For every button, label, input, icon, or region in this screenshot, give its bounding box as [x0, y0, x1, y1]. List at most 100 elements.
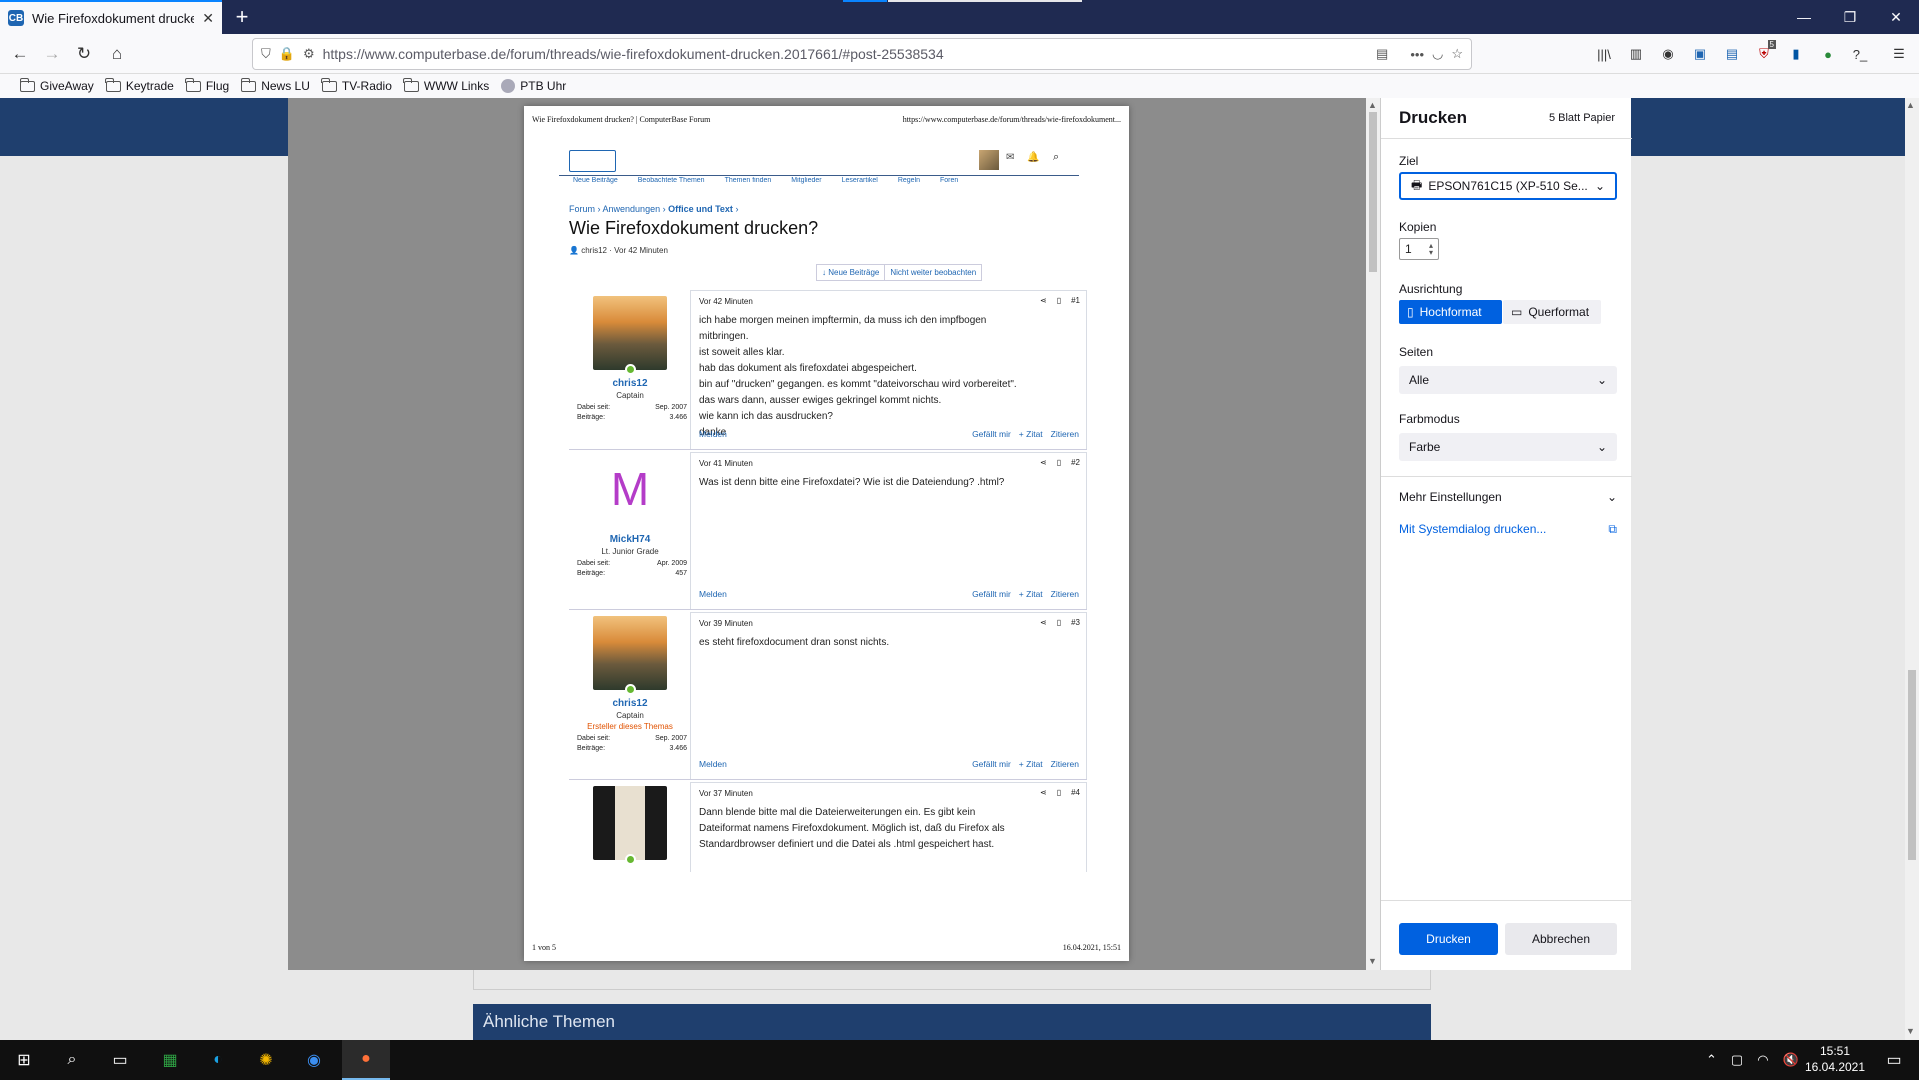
extension-help-icon[interactable]: ?_: [1848, 42, 1872, 66]
post-line: es steht firefoxdocument dran sonst nich…: [699, 637, 890, 648]
new-posts-button: ↓ Neue Beiträge: [817, 265, 886, 280]
pocket-icon[interactable]: ◡: [1432, 46, 1443, 62]
avatar: [593, 786, 667, 860]
home-icon[interactable]: ⌂: [103, 40, 131, 68]
nav-item: Regeln: [897, 177, 921, 184]
destination-select[interactable]: 🖶 EPSON761C15 (XP-510 Se... ⌄: [1399, 172, 1617, 200]
chevron-down-icon: ⌄: [1606, 490, 1617, 504]
more-settings-toggle[interactable]: Mehr Einstellungen ⌄: [1399, 490, 1617, 504]
close-window-icon[interactable]: ✕: [1873, 0, 1919, 34]
scroll-down-icon[interactable]: ▼: [1906, 1026, 1915, 1036]
bookmark-folder[interactable]: WWW Links: [403, 77, 489, 93]
thread-meta: 👤 chris12 · Vor 42 Minuten: [569, 246, 668, 255]
shield-icon[interactable]: ⛉: [261, 46, 271, 62]
print-button[interactable]: Drucken: [1399, 923, 1498, 955]
extension-reader-icon[interactable]: ▤: [1720, 42, 1744, 66]
user-icon: 👤: [569, 246, 579, 255]
stat-posts: Beiträge: 457: [577, 570, 687, 577]
app-sun-icon[interactable]: ✺: [242, 1040, 290, 1080]
stat-value: 3.466: [669, 414, 687, 421]
restore-icon[interactable]: ❐: [1827, 0, 1873, 34]
sidebar-icon[interactable]: ▥: [1624, 42, 1648, 66]
tab-active[interactable]: CB Wie Firefoxdokument drucken? ✕: [0, 0, 222, 34]
extension-flag-icon[interactable]: ▮: [1784, 42, 1808, 66]
post-line: mitbringen.: [699, 331, 749, 342]
firefox-taskbar-icon[interactable]: ●: [342, 1040, 390, 1080]
search-taskbar-icon[interactable]: ⌕: [48, 1040, 96, 1080]
minimize-icon[interactable]: —: [1781, 0, 1827, 34]
volume-mute-icon[interactable]: 🔇: [1783, 1052, 1799, 1068]
permissions-icon[interactable]: ⚙: [303, 46, 315, 62]
like-link: Gefällt mir: [972, 589, 1011, 599]
system-dialog-link[interactable]: Mit Systemdialog drucken... ⧉: [1399, 522, 1617, 537]
url-text[interactable]: https://www.computerbase.de/forum/thread…: [323, 46, 1368, 62]
forward-icon[interactable]: →: [38, 40, 66, 68]
report-link: Melden: [699, 759, 727, 769]
like-link: Gefällt mir: [972, 429, 1011, 439]
notifications-icon[interactable]: ▭: [1870, 1040, 1918, 1080]
library-icon[interactable]: |||\: [1592, 42, 1616, 66]
post: chris12 Captain Ersteller dieses Themas …: [569, 612, 1087, 780]
ublock-icon[interactable]: ⛨ 5: [1752, 40, 1776, 66]
close-tab-icon[interactable]: ✕: [202, 10, 214, 27]
bookmark-folder[interactable]: Keytrade: [105, 77, 174, 93]
tray-chevron-icon[interactable]: ⌃: [1706, 1052, 1717, 1068]
preview-scrollbar-thumb[interactable]: [1369, 112, 1377, 272]
meet-now-icon[interactable]: ▢: [1731, 1052, 1743, 1068]
orientation-label: Ausrichtung: [1399, 282, 1463, 296]
bookmark-folder[interactable]: News LU: [240, 77, 310, 93]
wifi-icon[interactable]: ◠: [1757, 1052, 1768, 1068]
reload-icon[interactable]: ↻: [70, 40, 98, 68]
online-indicator: [625, 364, 636, 375]
reader-view-icon[interactable]: ▤: [1376, 46, 1388, 62]
spreadsheet-app-icon[interactable]: ▦: [146, 1040, 194, 1080]
post-author: M MickH74 Lt. Junior Grade Dabei seit: Ap…: [569, 452, 687, 609]
bookmark-link[interactable]: PTB Uhr: [501, 79, 566, 93]
copies-input[interactable]: 1 ▴ ▾: [1399, 238, 1439, 260]
post-text: Was ist denn bitte eine Firefoxdatei? Wi…: [699, 475, 1079, 491]
pages-select[interactable]: Alle ⌄: [1399, 366, 1617, 394]
post-line: bin auf "drucken" gegangen. es kommt "da…: [699, 379, 1017, 390]
color-mode-select[interactable]: Farbe ⌄: [1399, 433, 1617, 461]
menu-icon[interactable]: ☰: [1887, 42, 1911, 66]
bookmark-folder[interactable]: GiveAway: [19, 77, 94, 93]
preview-scroll-up-icon[interactable]: ▲: [1368, 100, 1377, 110]
landscape-icon: ▭: [1511, 305, 1523, 319]
stat-label: Beiträge:: [577, 570, 606, 577]
post-time: Vor 41 Minuten: [699, 459, 753, 468]
bookmark-folder[interactable]: Flug: [185, 77, 229, 93]
task-view-icon[interactable]: ▭: [96, 1040, 144, 1080]
post-footer: Melden Gefällt mir + Zitat Zitieren: [699, 429, 1079, 439]
extension-screenshot-icon[interactable]: ▣: [1688, 42, 1712, 66]
edge-icon[interactable]: ◐: [194, 1040, 242, 1080]
back-icon[interactable]: ←: [6, 40, 34, 68]
computerbase-favicon-icon: CB: [8, 10, 24, 26]
stat-label: Beiträge:: [577, 745, 606, 752]
portrait-toggle[interactable]: ▯ Hochformat: [1399, 300, 1502, 324]
clock[interactable]: 15:51 16.04.2021: [1802, 1043, 1868, 1075]
page-scrollbar-thumb[interactable]: [1908, 670, 1916, 860]
username: MickH74: [609, 534, 651, 545]
account-icon[interactable]: ◉: [1656, 42, 1680, 66]
scroll-up-icon[interactable]: ▲: [1906, 100, 1915, 110]
mail-app-icon[interactable]: ◉: [290, 1040, 338, 1080]
bookmark-folder[interactable]: TV-Radio: [321, 77, 392, 93]
bookmark-star-icon[interactable]: ☆: [1451, 46, 1463, 62]
post-text: ich habe morgen meinen impftermin, da mu…: [699, 313, 1079, 441]
stepper-icon[interactable]: ▴ ▾: [1429, 242, 1433, 257]
stat-joined: Dabei seit: Sep. 2007: [577, 404, 687, 411]
preview-scroll-down-icon[interactable]: ▼: [1368, 956, 1377, 966]
breadcrumb-item: Anwendungen: [602, 204, 661, 214]
landscape-toggle[interactable]: ▭ Querformat: [1503, 300, 1601, 324]
copies-value: 1: [1405, 242, 1412, 256]
url-bar[interactable]: ⛉ 🔒 ⚙ https://www.computerbase.de/forum/…: [252, 38, 1472, 70]
page-actions-icon[interactable]: •••: [1410, 47, 1424, 62]
windows-start-icon[interactable]: ⊞: [0, 1040, 48, 1080]
extension-circle-icon[interactable]: ●: [1816, 42, 1840, 66]
cancel-button[interactable]: Abbrechen: [1505, 923, 1617, 955]
page-scrollbar[interactable]: [1905, 98, 1919, 1040]
bookmark-label: TV-Radio: [341, 79, 392, 93]
new-tab-button[interactable]: +: [228, 3, 256, 31]
share-icon: ⋖: [1039, 788, 1047, 797]
lock-icon[interactable]: 🔒: [279, 46, 295, 62]
